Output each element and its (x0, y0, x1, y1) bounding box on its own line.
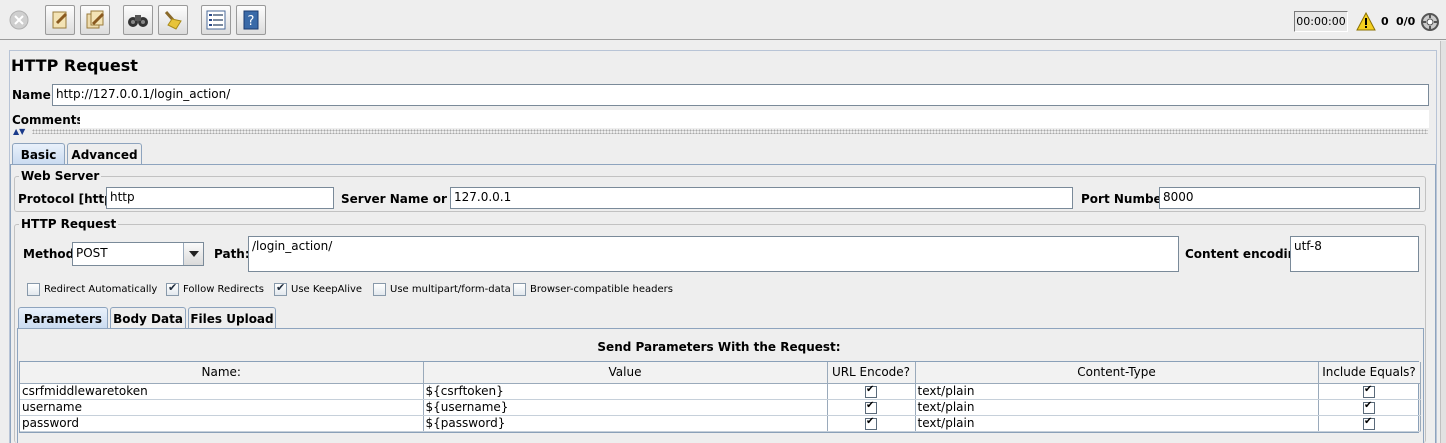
table-row[interactable]: username ${username} text/plain (20, 399, 1421, 416)
web-server-title: Web Server (19, 169, 102, 183)
splitter[interactable] (32, 129, 1428, 134)
name-label: Name: (12, 88, 56, 102)
help-icon[interactable]: ? (236, 5, 266, 35)
column-header-url-encode[interactable]: URL Encode? (827, 362, 916, 384)
scrollbar[interactable] (1440, 41, 1446, 443)
chevron-down-icon[interactable] (183, 243, 203, 265)
include-equals-checkbox[interactable] (1363, 416, 1375, 430)
use-keepalive-label: Use KeepAlive (291, 284, 363, 295)
param-content-type[interactable]: text/plain (915, 383, 1319, 400)
browser-headers-label: Browser-compatible headers (530, 284, 673, 295)
name-field[interactable]: http://127.0.0.1/login_action/ (52, 84, 1429, 106)
method-label: Method: (23, 247, 79, 261)
follow-redirects-label: Follow Redirects (183, 284, 264, 295)
remote-icon[interactable] (1420, 12, 1440, 35)
port-field[interactable]: 8000 (1159, 187, 1420, 209)
comments-field[interactable] (80, 110, 1429, 128)
include-equals-checkbox[interactable] (1363, 400, 1375, 414)
clear-all-icon[interactable] (80, 5, 110, 35)
column-header-include-equals[interactable]: Include Equals? (1318, 362, 1421, 384)
tab-basic[interactable]: Basic (12, 143, 65, 165)
browser-headers-checkbox[interactable] (513, 283, 526, 296)
reset-search-icon[interactable] (158, 5, 188, 35)
method-value: POST (76, 246, 108, 260)
multipart-label: Use multipart/form-data (390, 284, 511, 295)
svg-text:?: ? (248, 14, 255, 29)
toolbar: ? 00:00:00 0 0/0 (0, 0, 1446, 40)
tab-files-upload[interactable]: Files Upload (188, 307, 276, 329)
param-content-type[interactable]: text/plain (915, 399, 1319, 416)
url-encode-checkbox[interactable] (865, 416, 877, 430)
param-name[interactable]: password (20, 415, 424, 432)
clear-icon[interactable] (45, 5, 75, 35)
param-value[interactable]: ${csrftoken} (423, 383, 828, 400)
thread-count: 0/0 (1396, 15, 1416, 28)
table-row[interactable]: csrfmiddlewaretoken ${csrftoken} text/pl… (20, 383, 1421, 400)
param-name[interactable]: username (20, 399, 424, 416)
param-value[interactable]: ${password} (423, 415, 828, 432)
table-row[interactable]: password ${password} text/plain (20, 415, 1421, 432)
include-equals-checkbox[interactable] (1363, 384, 1375, 398)
table-header-row: Name: Value URL Encode? Content-Type Inc… (20, 362, 1421, 384)
column-header-name[interactable]: Name: (20, 362, 424, 384)
stop-icon[interactable] (4, 5, 34, 35)
http-request-group-title: HTTP Request (19, 217, 119, 231)
param-value[interactable]: ${username} (423, 399, 828, 416)
warning-count: 0 (1381, 15, 1389, 28)
tab-advanced[interactable]: Advanced (67, 143, 142, 165)
function-helper-icon[interactable] (201, 5, 231, 35)
tab-parameters[interactable]: Parameters (18, 307, 108, 329)
server-field[interactable]: 127.0.0.1 (450, 187, 1073, 209)
protocol-field[interactable]: http (106, 187, 334, 209)
params-caption: Send Parameters With the Request: (597, 340, 841, 354)
elapsed-timer: 00:00:00 (1294, 11, 1348, 32)
multipart-checkbox[interactable] (373, 283, 386, 296)
parameters-table[interactable]: Name: Value URL Encode? Content-Type Inc… (19, 361, 1421, 433)
path-label: Path: (214, 247, 250, 261)
param-name[interactable]: csrfmiddlewaretoken (20, 383, 424, 400)
column-header-content-type[interactable]: Content-Type (915, 362, 1319, 384)
url-encode-checkbox[interactable] (865, 384, 877, 398)
url-encode-checkbox[interactable] (865, 400, 877, 414)
comments-label: Comments: (12, 113, 89, 127)
search-icon[interactable] (123, 5, 153, 35)
use-keepalive-checkbox[interactable] (274, 281, 287, 296)
warning-icon[interactable] (1356, 11, 1376, 34)
splitter-arrows-icon[interactable]: ▲▼ (13, 128, 25, 136)
tab-body-data[interactable]: Body Data (110, 307, 186, 329)
follow-redirects-checkbox[interactable] (166, 281, 179, 296)
redirect-automatically-label: Redirect Automatically (44, 284, 158, 295)
path-field[interactable]: /login_action/ (248, 236, 1179, 272)
column-header-value[interactable]: Value (423, 362, 828, 384)
encoding-field[interactable]: utf-8 (1290, 236, 1419, 272)
param-content-type[interactable]: text/plain (915, 415, 1319, 432)
panel-title: HTTP Request (11, 56, 138, 75)
redirect-automatically-checkbox[interactable] (27, 283, 40, 296)
